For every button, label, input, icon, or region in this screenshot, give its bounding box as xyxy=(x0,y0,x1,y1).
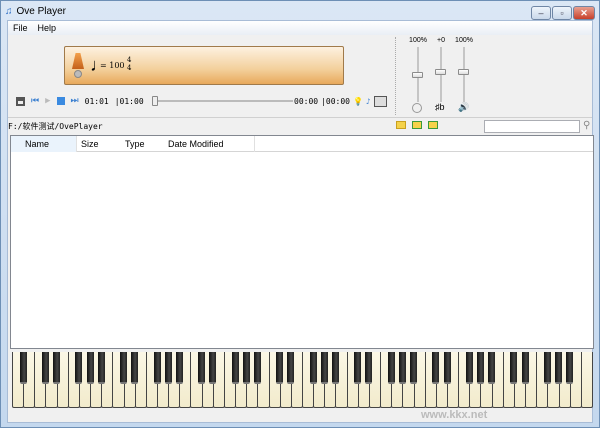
minimize-button[interactable]: – xyxy=(531,6,551,20)
black-key[interactable] xyxy=(488,352,496,384)
watermark: www.kkx.net xyxy=(421,409,488,421)
black-key[interactable] xyxy=(354,352,362,384)
volume-slider[interactable] xyxy=(458,47,469,102)
black-key[interactable] xyxy=(398,352,406,384)
lightbulb-icon[interactable]: 💡 xyxy=(353,97,363,106)
black-key[interactable] xyxy=(543,352,551,384)
search-icon[interactable]: ⚲ xyxy=(583,120,590,131)
black-key[interactable] xyxy=(521,352,529,384)
divider xyxy=(395,37,396,115)
volume-thumb[interactable] xyxy=(458,69,469,75)
view-toggle-icon[interactable] xyxy=(373,95,387,107)
tempo-value: = 100 xyxy=(100,61,125,70)
metronome-toggle-icon[interactable] xyxy=(74,70,82,78)
black-key[interactable] xyxy=(209,352,217,384)
position-readout: 00:00 |00:00 💡 ♪ xyxy=(294,95,387,107)
tempo-thumb[interactable] xyxy=(412,72,423,78)
volume-label: 100% xyxy=(455,37,473,44)
file-list[interactable]: Name Size Type Date Modified xyxy=(10,135,594,349)
black-key[interactable] xyxy=(153,352,161,384)
transpose-slider[interactable] xyxy=(435,47,446,102)
menu-help[interactable]: Help xyxy=(38,23,57,33)
metronome-icon[interactable] xyxy=(72,53,84,69)
black-key[interactable] xyxy=(242,352,250,384)
time-sig-top: 4 xyxy=(127,56,132,64)
menu-file[interactable]: File xyxy=(13,23,28,33)
tempo-clock-icon xyxy=(412,103,422,113)
position-total: |00:00 xyxy=(321,96,350,106)
search-input[interactable] xyxy=(484,120,580,133)
current-path: F:/软件测试/OvePlayer xyxy=(8,122,103,131)
column-size[interactable]: Size xyxy=(77,136,121,152)
black-key[interactable] xyxy=(276,352,284,384)
column-name[interactable]: Name xyxy=(11,136,77,152)
white-key[interactable] xyxy=(580,352,593,408)
stop-button[interactable] xyxy=(56,97,65,105)
column-date-modified[interactable]: Date Modified xyxy=(168,136,255,152)
folder-back-icon[interactable] xyxy=(412,121,422,129)
black-key[interactable] xyxy=(443,352,451,384)
transport-controls: ⏮ ▶ ⏭ 01:01 |01:00 xyxy=(16,95,144,107)
volume-icon: 🔊 xyxy=(458,102,470,112)
tempo-slider[interactable] xyxy=(412,47,423,102)
elapsed-time: 01:01 xyxy=(84,96,109,106)
total-time: |01:00 xyxy=(114,96,144,106)
black-key[interactable] xyxy=(432,352,440,384)
black-key[interactable] xyxy=(120,352,128,384)
black-key[interactable] xyxy=(287,352,295,384)
black-key[interactable] xyxy=(465,352,473,384)
black-key[interactable] xyxy=(510,352,518,384)
maximize-button[interactable]: ▫ xyxy=(552,6,572,20)
black-key[interactable] xyxy=(131,352,139,384)
black-key[interactable] xyxy=(555,352,563,384)
file-list-header: Name Size Type Date Modified xyxy=(11,136,593,152)
black-key[interactable] xyxy=(86,352,94,384)
black-key[interactable] xyxy=(41,352,49,384)
score-display: ♩ = 100 4 4 xyxy=(64,46,344,85)
black-key[interactable] xyxy=(253,352,261,384)
transpose-icon: ♯b xyxy=(435,102,445,112)
save-icon[interactable] xyxy=(16,96,25,106)
black-key[interactable] xyxy=(231,352,239,384)
black-key[interactable] xyxy=(19,352,27,384)
title-bar: ♫ Ove Player xyxy=(5,4,66,18)
black-key[interactable] xyxy=(476,352,484,384)
black-key[interactable] xyxy=(175,352,183,384)
black-key[interactable] xyxy=(410,352,418,384)
black-key[interactable] xyxy=(164,352,172,384)
window-title: Ove Player xyxy=(16,5,66,17)
position-time: 00:00 xyxy=(294,96,319,106)
menu-bar: File Help xyxy=(8,21,592,35)
time-sig-bottom: 4 xyxy=(127,64,132,72)
client-area: File Help ♩ = 100 4 4 ⏮ ▶ ⏭ 01:01 |01:00… xyxy=(7,20,594,423)
folder-open-icon[interactable] xyxy=(396,121,406,129)
black-key[interactable] xyxy=(97,352,105,384)
black-key[interactable] xyxy=(387,352,395,384)
black-key[interactable] xyxy=(309,352,317,384)
transpose-thumb[interactable] xyxy=(435,69,446,75)
next-button[interactable]: ⏭ xyxy=(71,96,79,106)
play-button[interactable]: ▶ xyxy=(45,96,50,106)
transpose-label: +0 xyxy=(437,37,445,44)
divider xyxy=(8,117,592,118)
close-button[interactable]: ✕ xyxy=(573,6,595,20)
piano-keyboard[interactable] xyxy=(12,352,593,408)
previous-button[interactable]: ⏮ xyxy=(31,96,39,106)
black-key[interactable] xyxy=(320,352,328,384)
black-key[interactable] xyxy=(53,352,61,384)
folder-forward-icon[interactable] xyxy=(428,121,438,129)
seek-slider[interactable] xyxy=(152,96,293,106)
black-key[interactable] xyxy=(331,352,339,384)
tempo-label: 100% xyxy=(409,37,427,44)
app-icon: ♫ xyxy=(5,5,13,17)
column-type[interactable]: Type xyxy=(121,136,168,152)
black-key[interactable] xyxy=(198,352,206,384)
black-key[interactable] xyxy=(365,352,373,384)
main-window: ♫ Ove Player – ▫ ✕ File Help ♩ = 100 4 4… xyxy=(0,0,600,428)
black-key[interactable] xyxy=(75,352,83,384)
black-key[interactable] xyxy=(566,352,574,384)
note-icon[interactable]: ♪ xyxy=(366,97,371,106)
seek-thumb[interactable] xyxy=(152,96,158,106)
